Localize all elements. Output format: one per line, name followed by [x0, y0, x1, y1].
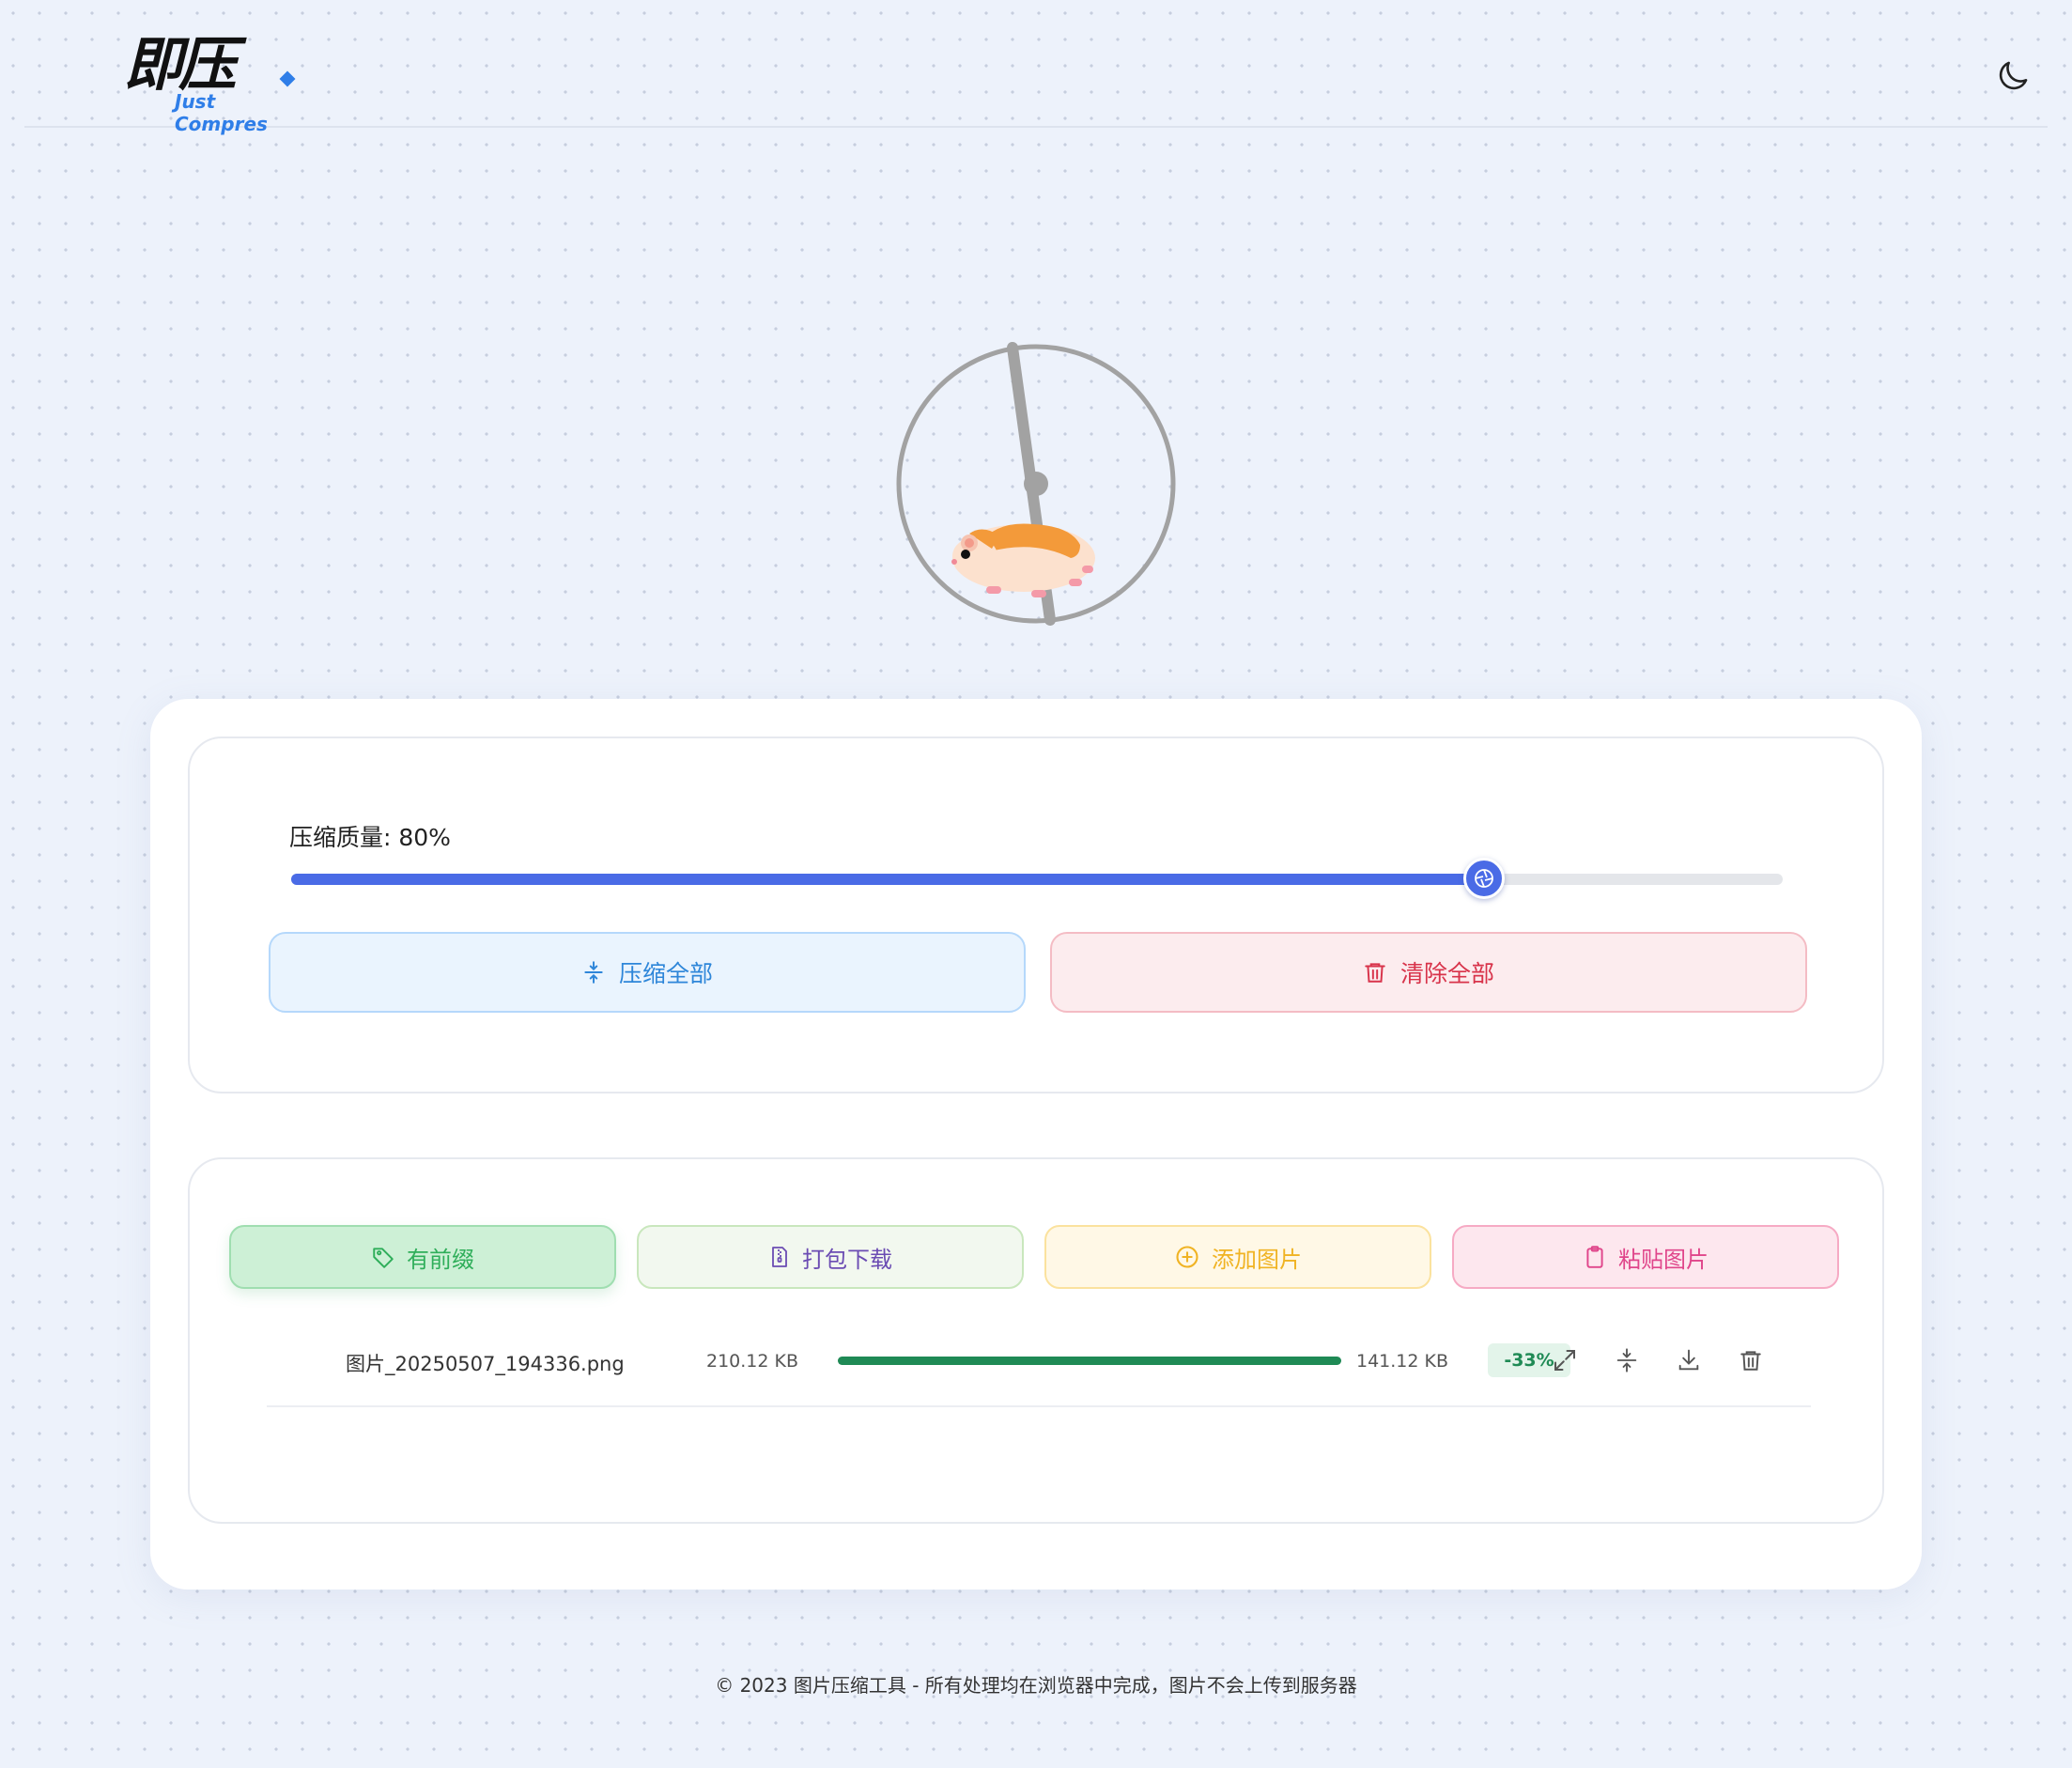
compressed-size: 141.12 KB	[1356, 1351, 1449, 1372]
compress-icon	[584, 961, 603, 984]
file-zip-icon	[772, 1247, 787, 1267]
compress-all-label: 压缩全部	[618, 960, 713, 987]
original-size: 210.12 KB	[706, 1351, 799, 1372]
download-file-button[interactable]	[1672, 1343, 1706, 1377]
quality-label: 压缩质量: 80%	[289, 824, 451, 851]
compress-file-button[interactable]	[1610, 1343, 1644, 1377]
progress-fill	[838, 1357, 1341, 1365]
prefix-toggle-button[interactable]: 有前缀	[229, 1225, 616, 1289]
trash-icon	[1365, 963, 1385, 983]
logo-sub-text: Just Compres	[175, 90, 268, 135]
aperture-icon	[1475, 869, 1494, 888]
logo-diamond-icon	[279, 70, 296, 87]
files-panel: 有前缀 打包下载 添加图片 粘贴图片 图片_20250507_194336.pn…	[188, 1157, 1884, 1524]
hamster-wheel-illustration	[892, 340, 1180, 628]
compress-icon	[1616, 1348, 1637, 1373]
file-name: 图片_20250507_194336.png	[346, 1353, 625, 1375]
clipboard-icon	[1586, 1246, 1603, 1268]
preview-button[interactable]	[1548, 1343, 1582, 1377]
file-row: 图片_20250507_194336.png 210.12 KB 141.12 …	[267, 1325, 1811, 1407]
compression-progress-bar	[838, 1357, 1341, 1365]
paste-image-label: 粘贴图片	[1618, 1246, 1709, 1273]
tag-icon	[373, 1248, 394, 1268]
expand-icon	[1554, 1350, 1575, 1371]
app-logo[interactable]: 即压 Just Compres	[100, 30, 296, 135]
header: 即压 Just Compres	[24, 0, 2048, 135]
download-icon	[1678, 1349, 1699, 1371]
pack-download-label: 打包下载	[802, 1246, 892, 1273]
clear-all-label: 清除全部	[1399, 960, 1494, 987]
theme-toggle-button[interactable]	[1993, 56, 2033, 96]
quality-slider[interactable]	[291, 858, 1783, 899]
quality-panel: 压缩质量: 80% 压缩全部 清除全部	[188, 737, 1884, 1093]
trash-icon	[1740, 1351, 1761, 1371]
footer-text: © 2023 图片压缩工具 - 所有处理均在浏览器中完成，图片不会上传到服务器	[715, 1674, 1357, 1697]
logo-main-text: 即压	[124, 30, 237, 99]
add-image-label: 添加图片	[1212, 1246, 1302, 1273]
paste-image-button[interactable]: 粘贴图片	[1452, 1225, 1839, 1289]
slider-fill	[291, 874, 1485, 885]
pack-download-button[interactable]: 打包下载	[637, 1225, 1024, 1289]
plus-circle-icon	[1176, 1246, 1198, 1268]
add-image-button[interactable]: 添加图片	[1044, 1225, 1431, 1289]
clear-all-button[interactable]: 清除全部	[1050, 932, 1807, 1013]
prefix-label: 有前缀	[407, 1246, 474, 1273]
delete-file-button[interactable]	[1734, 1343, 1768, 1377]
hamster-icon	[951, 523, 1095, 597]
slider-thumb[interactable]	[1463, 858, 1506, 899]
moon-icon	[1999, 61, 2028, 90]
main-card: 压缩质量: 80% 压缩全部 清除全部 有前缀 打包下载 添加图片 粘贴图片 图…	[150, 699, 1922, 1590]
compress-all-button[interactable]: 压缩全部	[269, 932, 1026, 1013]
